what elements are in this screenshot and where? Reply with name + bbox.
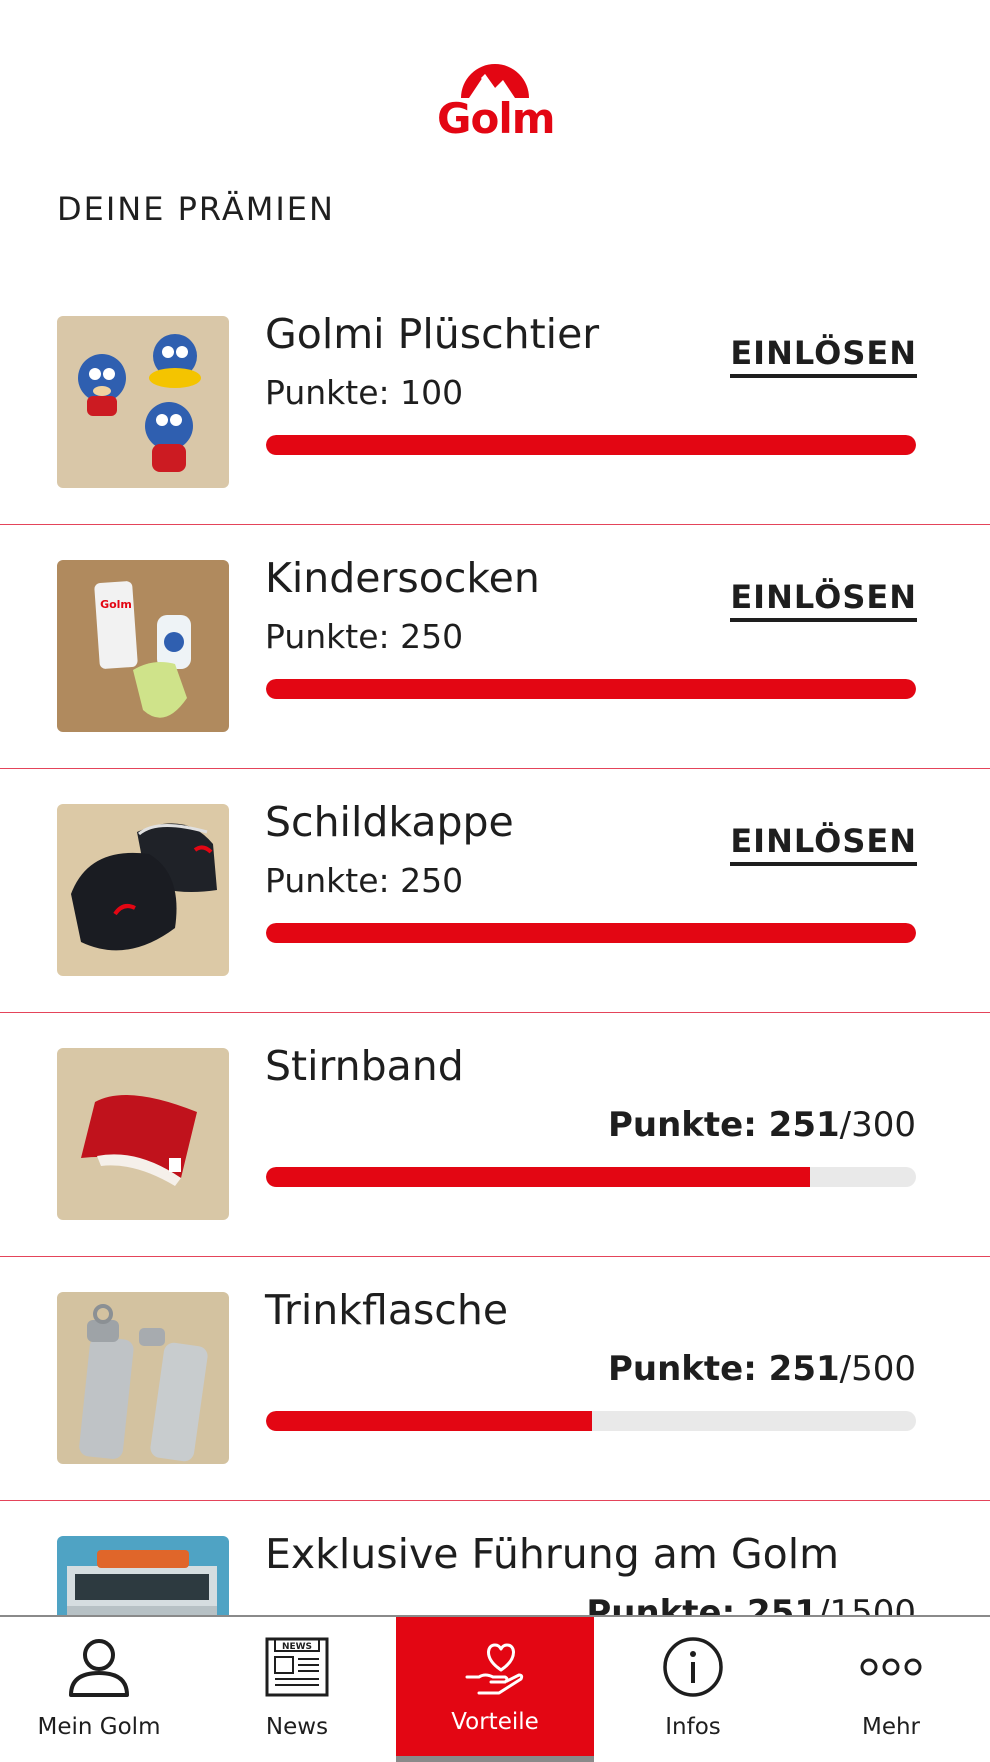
tab-infos[interactable]: Infos (594, 1617, 792, 1762)
svg-text:Golm: Golm (100, 598, 132, 611)
reward-item[interactable]: Stirnband Punkte: 251/300 (0, 1012, 990, 1257)
reward-points: Punkte: 250 (265, 861, 464, 900)
plush-toy-image (57, 316, 229, 488)
reward-points-progress: Punkte: 251/1500 (586, 1593, 916, 1615)
reward-item[interactable]: Golmi Plüschtier Punkte: 100 EINLÖSEN (0, 280, 990, 525)
tab-news[interactable]: NEWS News (198, 1617, 396, 1762)
redeem-button[interactable]: EINLÖSEN (730, 822, 917, 866)
headband-image (57, 1048, 229, 1220)
bottle-image (57, 1292, 229, 1464)
tour-vehicle-image (57, 1536, 229, 1615)
tab-vorteile[interactable]: Vorteile (396, 1617, 594, 1762)
tab-label: News (265, 1714, 329, 1740)
tab-label: Mehr (861, 1714, 921, 1740)
newspaper-icon: NEWS (265, 1637, 329, 1697)
bottom-tab-bar: Mein Golm NEWS News Vorteile Infos Mehr (0, 1615, 990, 1762)
points-current: 251 (747, 1593, 819, 1615)
reward-points: Punkte: 100 (265, 373, 464, 412)
reward-name: Exklusive Führung am Golm (265, 1530, 840, 1578)
reward-item[interactable]: Trinkflasche Punkte: 251/500 (0, 1256, 990, 1501)
cap-image (57, 804, 229, 976)
reward-name: Trinkflasche (265, 1286, 509, 1334)
points-target: /500 (839, 1349, 916, 1389)
tab-mehr[interactable]: Mehr (792, 1617, 990, 1762)
progress-bar (266, 923, 916, 943)
person-icon (69, 1639, 129, 1697)
tab-label: Mein Golm (37, 1714, 161, 1740)
points-prefix: Punkte: (586, 1593, 748, 1615)
section-title: DEINE PRÄMIEN (57, 190, 335, 228)
reward-points-progress: Punkte: 251/300 (608, 1105, 916, 1145)
progress-bar (266, 1167, 916, 1187)
progress-fill (266, 923, 916, 943)
progress-fill (266, 1411, 593, 1431)
progress-fill (266, 435, 916, 455)
reward-points-progress: Punkte: 251/500 (608, 1349, 916, 1389)
points-prefix: Punkte: (607, 1349, 769, 1389)
progress-bar (266, 435, 916, 455)
progress-bar (266, 679, 916, 699)
redeem-button[interactable]: EINLÖSEN (730, 578, 917, 622)
redeem-button[interactable]: EINLÖSEN (730, 334, 917, 378)
more-dots-icon (860, 1658, 922, 1676)
rewards-list[interactable]: DEINE PRÄMIEN Golmi Plüschtier Punkte: 1… (0, 0, 990, 1615)
tab-mein-golm[interactable]: Mein Golm (0, 1617, 198, 1762)
reward-item[interactable]: Schildkappe Punkte: 250 EINLÖSEN (0, 768, 990, 1013)
tab-label: Vorteile (451, 1709, 539, 1735)
progress-fill (266, 679, 916, 699)
points-current: 251 (768, 1105, 840, 1145)
reward-name: Stirnband (265, 1042, 464, 1090)
progress-bar (266, 1411, 916, 1431)
tab-label: Infos (665, 1714, 721, 1740)
heart-hand-icon (465, 1643, 524, 1695)
reward-name: Golmi Plüschtier (265, 310, 600, 358)
info-icon (663, 1637, 723, 1697)
kids-socks-image: Golm (57, 560, 229, 732)
reward-name: Kindersocken (265, 554, 540, 602)
reward-item[interactable]: Golm Kindersocken Punkte: 250 EINLÖSEN (0, 524, 990, 769)
reward-name: Schildkappe (265, 798, 514, 846)
svg-text:NEWS: NEWS (282, 1642, 312, 1652)
points-target: /1500 (818, 1593, 916, 1615)
points-target: /300 (839, 1105, 916, 1145)
reward-item[interactable]: Exklusive Führung am Golm Punkte: 251/15… (0, 1500, 990, 1615)
progress-fill (266, 1167, 811, 1187)
reward-points: Punkte: 250 (265, 617, 464, 656)
points-prefix: Punkte: (607, 1105, 769, 1145)
points-current: 251 (768, 1349, 840, 1389)
